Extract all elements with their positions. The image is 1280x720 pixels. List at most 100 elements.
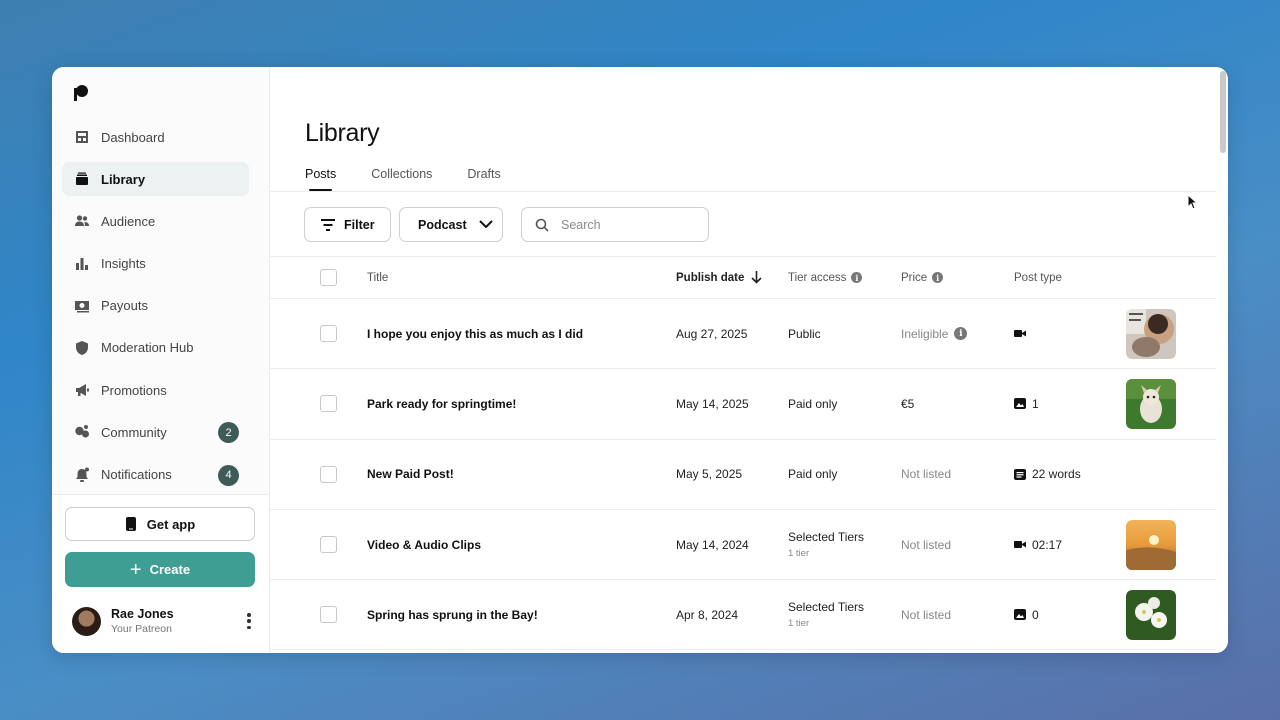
select-all-cell: [320, 257, 337, 298]
post-tier-label: Selected Tiers: [788, 530, 865, 545]
info-icon[interactable]: i: [954, 327, 968, 341]
sidebar: Dashboard Library Audience Insights Payo…: [52, 67, 270, 653]
sidebar-item-label: Payouts: [101, 298, 148, 314]
header-tier-access[interactable]: Tier access i: [788, 257, 863, 298]
chevron-down-icon: [478, 220, 493, 229]
main-content: Library Posts Collections Drafts Filter …: [270, 67, 1228, 653]
video-icon: [1014, 330, 1026, 338]
post-date: May 14, 2024: [676, 537, 749, 552]
notifications-count-badge: 4: [218, 464, 239, 486]
sidebar-item-label: Moderation Hub: [101, 340, 194, 356]
sidebar-item-insights[interactable]: Insights: [62, 247, 249, 281]
post-date: Apr 8, 2024: [676, 607, 739, 622]
post-price: Not listed: [901, 607, 952, 622]
library-icon: [74, 171, 90, 187]
select-all-checkbox[interactable]: [320, 269, 337, 286]
sidebar-item-promotions[interactable]: Promotions: [62, 373, 249, 407]
user-profile[interactable]: Rae Jones Your Patreon: [72, 605, 252, 637]
header-price-label: Price: [901, 271, 928, 284]
tab-collections[interactable]: Collections: [371, 167, 432, 191]
row-checkbox-cell: [320, 369, 337, 438]
post-title[interactable]: I hope you enjoy this as much as I did: [367, 299, 583, 368]
create-button[interactable]: + Create: [65, 552, 255, 587]
filter-button[interactable]: Filter: [304, 207, 391, 242]
audience-icon: [74, 213, 90, 229]
phone-icon: [125, 517, 136, 531]
row-checkbox[interactable]: [320, 606, 337, 624]
post-thumbnail-cell: [1126, 510, 1176, 579]
post-title[interactable]: Spring has sprung in the Bay!: [367, 580, 538, 649]
megaphone-icon: [74, 382, 90, 398]
sidebar-item-library[interactable]: Library: [62, 162, 249, 197]
sidebar-item-notifications[interactable]: Notifications 4: [62, 458, 249, 492]
table-row[interactable]: Park ready for springtime! May 14, 2025 …: [270, 369, 1216, 440]
more-options-icon[interactable]: [246, 613, 252, 629]
text-icon: [1014, 468, 1026, 480]
search-input[interactable]: [561, 217, 691, 232]
info-icon[interactable]: i: [851, 272, 863, 283]
header-publish-date-label: Publish date: [676, 271, 745, 284]
post-type: 02:17: [1014, 510, 1062, 579]
post-type: [1014, 299, 1032, 368]
post-thumbnail-image[interactable]: [1126, 589, 1176, 640]
shield-icon: [74, 340, 90, 356]
post-tier-count: 1 tier: [788, 618, 810, 630]
row-checkbox-cell: [320, 580, 337, 649]
row-checkbox[interactable]: [320, 325, 337, 343]
post-type-duration: 02:17: [1032, 537, 1063, 552]
table-row[interactable]: New Paid Post! May 5, 2025 Paid only Not…: [270, 440, 1216, 510]
avatar: [72, 606, 101, 636]
post-type-count: 22 words: [1032, 467, 1081, 482]
post-price: €5: [901, 396, 915, 411]
vertical-scrollbar[interactable]: [1220, 71, 1226, 153]
sidebar-nav: Dashboard Library Audience Insights Payo…: [62, 120, 249, 500]
header-publish-date[interactable]: Publish date: [676, 257, 762, 298]
table-row[interactable]: Spring has sprung in the Bay! Apr 8, 202…: [270, 580, 1216, 651]
row-checkbox[interactable]: [320, 536, 337, 554]
post-price: Ineligible i: [901, 299, 968, 368]
patreon-logo-icon[interactable]: [74, 85, 88, 101]
header-price[interactable]: Price i: [901, 257, 944, 298]
row-checkbox-cell: [320, 299, 337, 368]
dashboard-icon: [74, 129, 90, 145]
get-app-button[interactable]: Get app: [65, 507, 255, 541]
search-box[interactable]: [521, 207, 709, 242]
post-date: Aug 27, 2025: [676, 326, 748, 341]
filter-icon: [321, 218, 335, 231]
post-thumbnail-image[interactable]: [1126, 519, 1176, 570]
table-row[interactable]: I hope you enjoy this as much as I did A…: [270, 299, 1216, 370]
page-title: Library: [305, 119, 380, 147]
post-tier: Paid only: [788, 467, 838, 482]
payouts-icon: [74, 298, 90, 314]
post-tier: Selected Tiers 1 tier: [788, 510, 864, 579]
post-title[interactable]: Video & Audio Clips: [367, 510, 481, 579]
sidebar-item-dashboard[interactable]: Dashboard: [62, 120, 249, 154]
podcast-label: Podcast: [418, 217, 467, 232]
podcast-dropdown[interactable]: Podcast: [399, 207, 503, 242]
tabs-divider: [270, 191, 1216, 192]
tab-posts[interactable]: Posts: [305, 167, 336, 191]
post-price: Not listed: [901, 537, 952, 552]
post-thumbnail-image[interactable]: [1126, 308, 1176, 359]
post-date: May 14, 2025: [676, 396, 749, 411]
post-title[interactable]: Park ready for springtime!: [367, 369, 516, 438]
row-checkbox[interactable]: [320, 395, 337, 413]
tab-drafts[interactable]: Drafts: [467, 167, 500, 191]
sidebar-footer: Get app + Create Rae Jones Your Patreon: [52, 494, 269, 653]
post-thumbnail-cell: [1126, 299, 1176, 368]
sidebar-item-label: Dashboard: [101, 129, 165, 145]
info-icon[interactable]: i: [932, 272, 944, 283]
post-thumbnail-cell: [1126, 580, 1176, 649]
filter-label: Filter: [344, 217, 375, 232]
post-tier: Selected Tiers 1 tier: [788, 580, 864, 649]
post-title[interactable]: New Paid Post!: [367, 440, 454, 509]
table-row[interactable]: Video & Audio Clips May 14, 2024 Selecte…: [270, 510, 1216, 581]
sidebar-item-payouts[interactable]: Payouts: [62, 289, 249, 323]
sidebar-item-community[interactable]: Community 2: [62, 415, 249, 449]
row-checkbox[interactable]: [320, 465, 337, 483]
header-title[interactable]: Title: [367, 257, 388, 298]
post-thumbnail-image[interactable]: [1126, 378, 1176, 429]
post-price: Not listed: [901, 467, 952, 482]
sidebar-item-audience[interactable]: Audience: [62, 204, 249, 238]
sidebar-item-moderation-hub[interactable]: Moderation Hub: [62, 331, 249, 365]
